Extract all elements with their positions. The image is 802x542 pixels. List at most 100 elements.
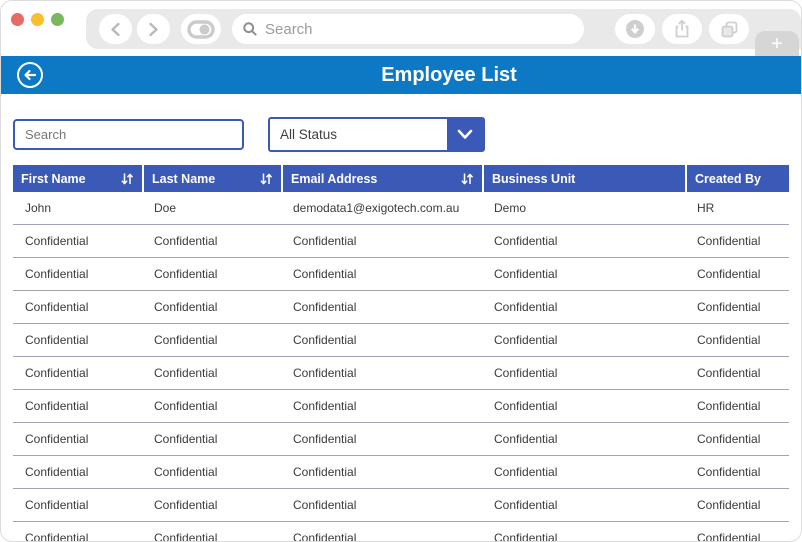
employee-table: First Name Last Name Email Address Busin… (13, 165, 789, 542)
column-label: Email Address (291, 171, 378, 186)
table-row[interactable]: Confidential Confidential Confidential C… (13, 324, 789, 357)
table-row[interactable]: Confidential Confidential Confidential C… (13, 423, 789, 456)
cell-created-by: Confidential (697, 366, 761, 380)
table-row[interactable]: Confidential Confidential Confidential C… (13, 357, 789, 390)
cell-first-name: Confidential (25, 465, 89, 479)
cell-created-by: Confidential (697, 300, 761, 314)
copy-icon (721, 21, 737, 37)
cell-email: Confidential (293, 234, 357, 248)
new-tab-button[interactable]: + (755, 31, 799, 56)
table-row[interactable]: Confidential Confidential Confidential C… (13, 489, 789, 522)
tab-overview-button[interactable] (181, 14, 221, 44)
cell-first-name: Confidential (25, 333, 89, 347)
arrow-left-icon (24, 69, 37, 81)
cell-last-name: Confidential (154, 267, 218, 281)
cell-email: Confidential (293, 399, 357, 413)
zoom-window-button[interactable] (51, 13, 64, 26)
cell-created-by: Confidential (697, 531, 761, 542)
cell-business-unit: Confidential (494, 432, 558, 446)
search-input[interactable] (13, 119, 244, 150)
table-row[interactable]: Confidential Confidential Confidential C… (13, 258, 789, 291)
table-row[interactable]: John Doe demodata1@exigotech.com.au Demo… (13, 192, 789, 225)
cell-last-name: Confidential (154, 399, 218, 413)
table-body: John Doe demodata1@exigotech.com.au Demo… (13, 192, 789, 542)
cell-last-name: Confidential (154, 234, 218, 248)
sort-icon (461, 173, 474, 184)
window-controls (11, 13, 64, 26)
cell-business-unit: Confidential (494, 366, 558, 380)
browser-window: Search + Employee List Search All Status… (0, 0, 802, 542)
cell-last-name: Confidential (154, 465, 218, 479)
cell-created-by: HR (697, 201, 715, 215)
column-header-email[interactable]: Email Address (281, 165, 482, 192)
download-icon (626, 20, 644, 38)
column-label: Last Name (152, 171, 216, 186)
table-row[interactable]: Confidential Confidential Confidential C… (13, 456, 789, 489)
share-icon (675, 19, 689, 38)
cell-email: demodata1@exigotech.com.au (293, 201, 460, 215)
cell-created-by: Confidential (697, 465, 761, 479)
address-bar-placeholder: Search (265, 20, 313, 38)
table-row[interactable]: Confidential Confidential Confidential C… (13, 390, 789, 423)
chevron-down-icon (457, 129, 473, 139)
cell-business-unit: Confidential (494, 399, 558, 413)
cell-first-name: Confidential (25, 267, 89, 281)
browser-toolbar: Search (86, 9, 801, 49)
cell-first-name: Confidential (25, 366, 89, 380)
toggle-icon (187, 19, 215, 39)
column-label: Business Unit (492, 171, 576, 186)
browser-forward-button[interactable] (137, 14, 170, 44)
status-dropdown-button[interactable] (447, 119, 483, 150)
cell-email: Confidential (293, 300, 357, 314)
table-row[interactable]: Confidential Confidential Confidential C… (13, 522, 789, 542)
cell-email: Confidential (293, 366, 357, 380)
column-header-business-unit: Business Unit (482, 165, 685, 192)
close-window-button[interactable] (11, 13, 24, 26)
browser-back-button[interactable] (99, 14, 132, 44)
page-title: Employee List (381, 63, 517, 86)
column-label: First Name (21, 171, 86, 186)
copy-tabs-button[interactable] (709, 14, 749, 44)
cell-last-name: Doe (154, 201, 177, 215)
cell-first-name: Confidential (25, 432, 89, 446)
table-row[interactable]: Confidential Confidential Confidential C… (13, 225, 789, 258)
cell-first-name: Confidential (25, 399, 89, 413)
cell-business-unit: Confidential (494, 498, 558, 512)
cell-business-unit: Confidential (494, 333, 558, 347)
cell-first-name: Confidential (25, 300, 89, 314)
table-row[interactable]: Confidential Confidential Confidential C… (13, 291, 789, 324)
chevron-right-icon (149, 22, 158, 36)
cell-email: Confidential (293, 531, 357, 542)
status-dropdown[interactable]: All Status (268, 117, 485, 152)
sort-icon (260, 173, 273, 184)
sort-icon (121, 173, 134, 184)
cell-email: Confidential (293, 267, 357, 281)
cell-email: Confidential (293, 333, 357, 347)
cell-created-by: Confidential (697, 333, 761, 347)
share-button[interactable] (662, 14, 702, 44)
cell-created-by: Confidential (697, 234, 761, 248)
cell-last-name: Confidential (154, 432, 218, 446)
cell-email: Confidential (293, 432, 357, 446)
column-header-created-by: Created By (685, 165, 789, 192)
downloads-button[interactable] (615, 14, 655, 44)
cell-created-by: Confidential (697, 432, 761, 446)
cell-first-name: Confidential (25, 498, 89, 512)
cell-business-unit: Confidential (494, 531, 558, 542)
cell-business-unit: Confidential (494, 300, 558, 314)
cell-email: Confidential (293, 498, 357, 512)
column-header-first-name[interactable]: First Name (13, 165, 142, 192)
app-back-button[interactable] (17, 62, 43, 88)
column-header-last-name[interactable]: Last Name (142, 165, 281, 192)
cell-email: Confidential (293, 465, 357, 479)
chevron-left-icon (111, 22, 120, 36)
cell-business-unit: Confidential (494, 234, 558, 248)
browser-chrome: Search + (1, 1, 801, 56)
search-icon (243, 22, 257, 36)
table-header: First Name Last Name Email Address Busin… (13, 165, 789, 192)
address-bar[interactable]: Search (232, 14, 584, 44)
column-label: Created By (695, 171, 761, 186)
cell-business-unit: Confidential (494, 465, 558, 479)
cell-business-unit: Confidential (494, 267, 558, 281)
minimize-window-button[interactable] (31, 13, 44, 26)
